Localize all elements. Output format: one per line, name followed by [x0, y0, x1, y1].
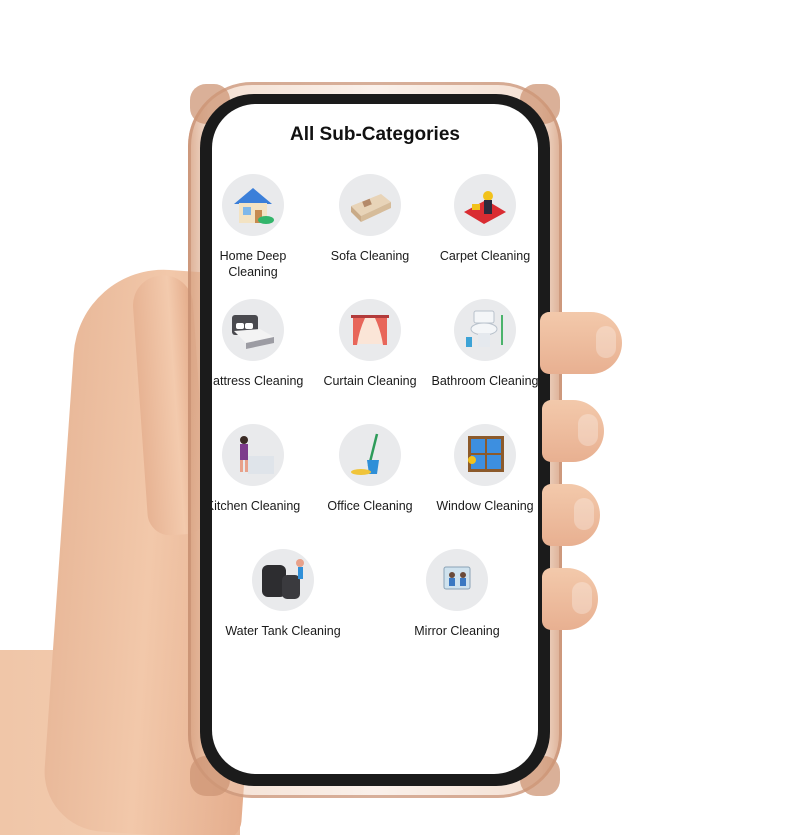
category-kitchen-cleaning[interactable]: Kitchen Cleaning [212, 424, 311, 514]
category-carpet-cleaning[interactable]: Carpet Cleaning [427, 174, 538, 264]
window-icon [454, 424, 516, 486]
category-label: Home Deep Cleaning [219, 249, 287, 279]
category-window-cleaning[interactable]: Window Cleaning [427, 424, 538, 514]
category-label: Kitchen Cleaning [212, 499, 301, 513]
finger-little [542, 568, 598, 630]
category-label: Curtain Cleaning [323, 374, 417, 388]
category-label: Bathroom Cleaning [431, 374, 538, 388]
category-label: Sofa Cleaning [330, 249, 410, 263]
finger-ring [542, 484, 600, 546]
finger-middle [542, 400, 604, 462]
category-bathroom-cleaning[interactable]: Bathroom Cleaning [427, 299, 538, 389]
mop-bucket-icon [339, 424, 401, 486]
water-tank-icon [252, 549, 314, 611]
category-label: Water Tank Cleaning [225, 624, 341, 638]
carpet-icon [454, 174, 516, 236]
sofa-icon [339, 174, 401, 236]
bed-icon [222, 299, 284, 361]
category-home-deep-cleaning[interactable]: Home Deep Cleaning [212, 174, 311, 280]
mirror-icon [426, 549, 488, 611]
category-label: Window Cleaning [436, 499, 534, 513]
category-office-cleaning[interactable]: Office Cleaning [312, 424, 428, 514]
category-sofa-cleaning[interactable]: Sofa Cleaning [312, 174, 428, 264]
photo-stage: All Sub-Categories Home Deep Cleaning So… [0, 0, 795, 835]
category-label: Mattress Cleaning [212, 374, 304, 388]
finger-index [540, 312, 622, 374]
phone-screen: All Sub-Categories Home Deep Cleaning So… [212, 104, 538, 774]
category-label: Office Cleaning [327, 499, 413, 513]
category-label: Mirror Cleaning [414, 624, 500, 638]
category-mirror-cleaning[interactable]: Mirror Cleaning [399, 549, 515, 639]
page-title: All Sub-Categories [290, 124, 460, 145]
category-water-tank-cleaning[interactable]: Water Tank Cleaning [225, 549, 341, 639]
category-label: Carpet Cleaning [439, 249, 531, 263]
kitchen-icon [222, 424, 284, 486]
curtain-icon [339, 299, 401, 361]
house-icon [222, 174, 284, 236]
category-mattress-cleaning[interactable]: Mattress Cleaning [212, 299, 311, 389]
toilet-icon [454, 299, 516, 361]
category-curtain-cleaning[interactable]: Curtain Cleaning [312, 299, 428, 389]
